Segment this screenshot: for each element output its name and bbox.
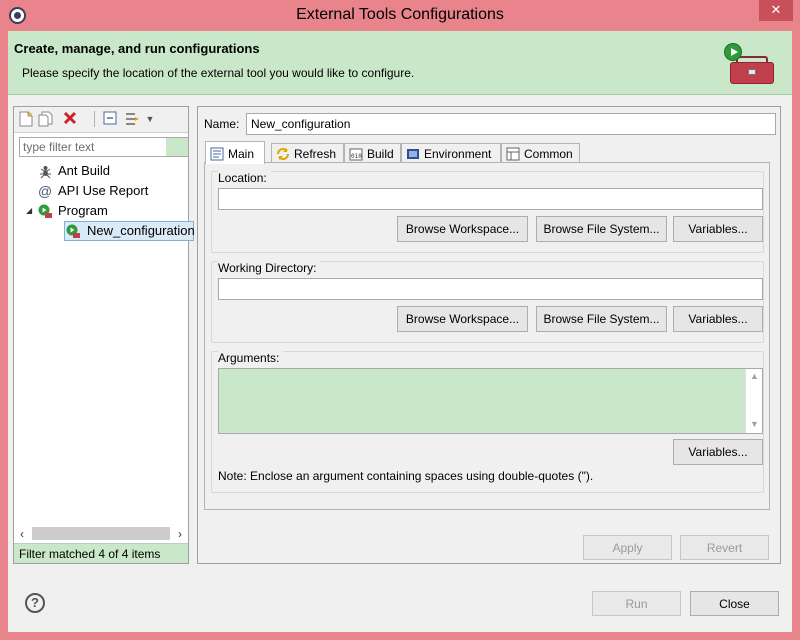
tab-refresh[interactable]: Refresh [271, 143, 344, 163]
arguments-group: Arguments: ▲ ▼ Variables... Note: Enclos… [211, 351, 764, 493]
svg-text:010: 010 [351, 153, 362, 160]
location-variables-button[interactable]: Variables... [673, 216, 763, 242]
tab-common[interactable]: Common [501, 143, 580, 163]
collapse-all-icon[interactable] [102, 111, 118, 127]
filter-status-text: Filter matched 4 of 4 items [19, 547, 161, 561]
tab-label: Common [524, 147, 573, 161]
delete-icon[interactable] [62, 111, 78, 127]
scroll-right-icon[interactable]: › [172, 525, 188, 543]
ant-icon [38, 164, 53, 179]
dropdown-arrow-icon[interactable]: ▼ [142, 111, 158, 127]
tree-item-label: Program [58, 203, 108, 218]
toolbar-separator [94, 111, 95, 127]
banner-title: Create, manage, and run configurations [14, 41, 260, 56]
location-label: Location: [218, 171, 271, 185]
close-button[interactable]: Close [690, 591, 779, 616]
api-report-icon: @ [38, 183, 53, 199]
program-icon [38, 204, 53, 219]
configuration-editor: Name: Main Refresh 010 Build [197, 106, 781, 564]
tab-label: Build [367, 147, 394, 161]
filter-icon[interactable] [124, 111, 140, 127]
filter-status: Filter matched 4 of 4 items [14, 543, 188, 563]
tree-item-label: New_configuration [87, 223, 195, 238]
window-title: External Tools Configurations [296, 6, 504, 23]
toolbox-run-icon [724, 43, 776, 89]
tree-item-api-use-report[interactable]: @ API Use Report [38, 181, 188, 201]
arguments-scrollbar[interactable]: ▲ ▼ [745, 369, 762, 433]
banner-subtitle: Please specify the location of the exter… [22, 66, 415, 80]
window-close-button[interactable]: ✕ [759, 0, 793, 21]
working-directory-label: Working Directory: [218, 261, 321, 275]
name-input[interactable] [246, 113, 776, 135]
tab-environment[interactable]: Environment [401, 143, 501, 163]
refresh-icon [276, 147, 290, 161]
title-bar: External Tools Configurations ✕ [0, 0, 800, 31]
header-banner: Create, manage, and run configurations P… [8, 31, 792, 95]
run-button[interactable]: Run [592, 591, 681, 616]
new-config-icon[interactable] [18, 111, 34, 127]
tab-label: Main [228, 147, 255, 161]
duplicate-icon[interactable] [38, 111, 54, 127]
location-group: Location: Browse Workspace... Browse Fil… [211, 171, 764, 253]
arguments-note: Note: Enclose an argument containing spa… [218, 469, 594, 483]
arguments-variables-button[interactable]: Variables... [673, 439, 763, 465]
scroll-up-icon[interactable]: ▲ [750, 371, 759, 381]
name-label: Name: [204, 117, 240, 131]
workdir-variables-button[interactable]: Variables... [673, 306, 763, 332]
filter-input[interactable] [20, 138, 165, 156]
tree-item-ant-build[interactable]: Ant Build [38, 161, 188, 181]
working-directory-input[interactable] [218, 278, 763, 300]
main-tab-icon [210, 147, 224, 161]
tree-expanded-icon[interactable]: ◢ [26, 201, 32, 221]
common-icon [506, 147, 520, 161]
revert-button[interactable]: Revert [680, 535, 769, 560]
dialog-client: Create, manage, and run configurations P… [8, 31, 792, 632]
apply-button[interactable]: Apply [583, 535, 672, 560]
tree-item-label: Ant Build [58, 163, 111, 178]
environment-icon [406, 147, 420, 161]
arguments-textarea[interactable]: ▲ ▼ [218, 368, 763, 434]
location-browse-workspace-button[interactable]: Browse Workspace... [397, 216, 528, 242]
tab-build[interactable]: 010 Build [344, 143, 401, 163]
help-icon[interactable]: ? [25, 593, 45, 613]
working-directory-group: Working Directory: Browse Workspace... B… [211, 261, 764, 343]
location-browse-file-system-button[interactable]: Browse File System... [536, 216, 667, 242]
filter-field[interactable] [19, 137, 189, 157]
scroll-down-icon[interactable]: ▼ [750, 419, 759, 429]
tab-main[interactable]: Main [205, 141, 265, 164]
program-config-icon [66, 224, 81, 239]
scroll-left-icon[interactable]: ‹ [14, 525, 30, 543]
horizontal-scrollbar[interactable]: ‹ › [14, 525, 188, 543]
tree-item-new-configuration[interactable]: New_configuration [64, 221, 195, 241]
tab-label: Refresh [294, 147, 337, 161]
filter-clear-area[interactable] [166, 138, 188, 156]
workdir-browse-workspace-button[interactable]: Browse Workspace... [397, 306, 528, 332]
configurations-panel: ▼ Ant Build @ API Use Report ◢ [13, 106, 195, 564]
main-tab-content: Location: Browse Workspace... Browse Fil… [204, 162, 770, 510]
build-icon: 010 [349, 147, 363, 161]
configurations-toolbar: ▼ [14, 107, 188, 133]
tree-item-label: API Use Report [58, 183, 149, 198]
scrollbar-thumb[interactable] [32, 527, 170, 540]
arguments-label: Arguments: [218, 351, 284, 365]
tab-label: Environment [424, 147, 492, 161]
workdir-browse-file-system-button[interactable]: Browse File System... [536, 306, 667, 332]
tree-item-program[interactable]: ◢ Program [26, 201, 188, 221]
location-input[interactable] [218, 188, 763, 210]
